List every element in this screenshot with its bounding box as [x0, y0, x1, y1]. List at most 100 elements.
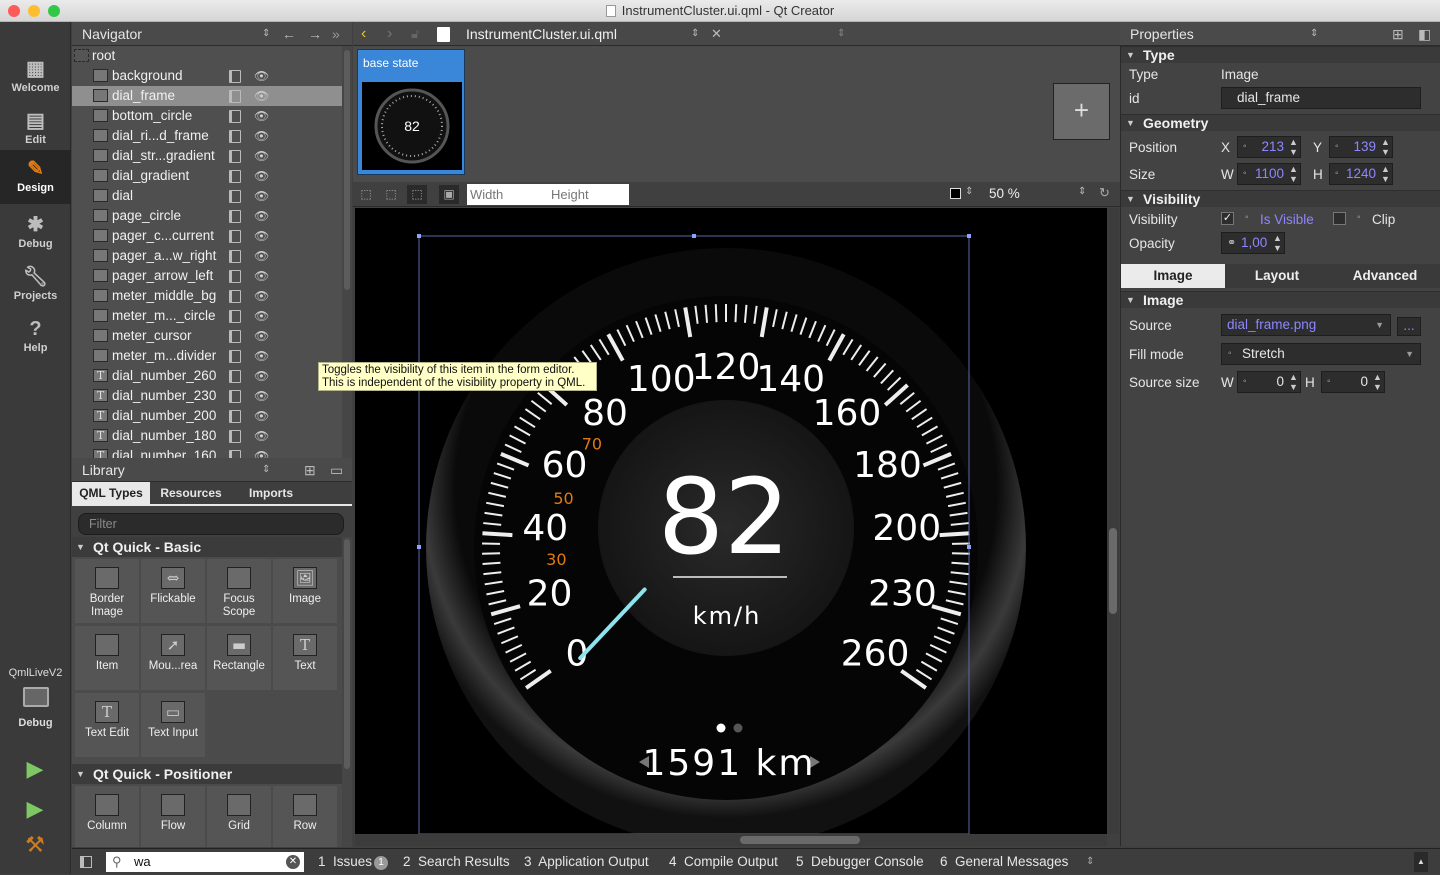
id-input[interactable]: dial_frame	[1221, 87, 1421, 109]
is-visible-checkbox[interactable]: ✓	[1221, 212, 1234, 225]
tab-qml-types[interactable]: QML Types	[72, 482, 150, 504]
export-alias-icon[interactable]	[229, 90, 241, 103]
spin-arrows-icon[interactable]: ▲▼	[1289, 137, 1297, 157]
canvas-vertical-scrollbar[interactable]	[1107, 208, 1119, 834]
export-alias-icon[interactable]	[229, 290, 241, 303]
page-indicator[interactable]	[734, 724, 743, 733]
library-filter-input[interactable]: Filter	[78, 513, 344, 535]
source-combobox[interactable]: dial_frame.png▼	[1221, 314, 1391, 336]
window-zoom-button[interactable]	[48, 5, 60, 17]
export-alias-icon[interactable]	[229, 190, 241, 203]
y-spinbox[interactable]: ◦139▲▼	[1329, 136, 1393, 158]
lock-icon[interactable]: 🔓︎	[411, 22, 419, 46]
export-alias-icon[interactable]	[229, 390, 241, 403]
binding-indicator[interactable]: ◦	[1243, 164, 1247, 184]
tab-advanced[interactable]: Advanced	[1333, 264, 1437, 288]
visibility-eye-icon[interactable]: 👁︎	[254, 346, 269, 366]
form-editor-canvas[interactable]: 020406080100120140160180200230260305070 …	[355, 208, 1107, 834]
library-item[interactable]: 🖼︎Image	[273, 559, 337, 623]
window-close-button[interactable]	[8, 5, 20, 17]
tree-item[interactable]: pager_c...current👁︎	[72, 226, 342, 246]
binding-indicator[interactable]: ◦	[1357, 212, 1361, 223]
tab-resources[interactable]: Resources	[150, 482, 232, 504]
kit-selector[interactable]: QmlLiveV2 Debug	[0, 667, 71, 729]
visibility-eye-icon[interactable]: 👁︎	[254, 386, 269, 406]
tree-item[interactable]: meter_middle_bg👁︎	[72, 286, 342, 306]
section-type[interactable]: ▼Type	[1121, 46, 1440, 63]
section-visibility[interactable]: ▼Visibility	[1121, 190, 1440, 207]
clip-checkbox[interactable]	[1333, 212, 1346, 225]
export-alias-icon[interactable]	[229, 310, 241, 323]
width-input[interactable]: Width	[470, 184, 503, 205]
section-image[interactable]: ▼Image	[1121, 291, 1440, 308]
back-icon[interactable]: ‹	[361, 22, 366, 46]
page-indicator-current[interactable]	[717, 724, 726, 733]
tree-item[interactable]: Tdial_number_160👁︎	[72, 446, 342, 458]
tree-item[interactable]: meter_m..._circle👁︎	[72, 306, 342, 326]
visibility-eye-icon[interactable]: 👁︎	[254, 86, 269, 106]
background-color-icon[interactable]	[950, 188, 961, 199]
visibility-eye-icon[interactable]: 👁︎	[254, 126, 269, 146]
mode-design[interactable]: ✎Design	[0, 150, 71, 204]
output-tab[interactable]: 4 Compile Output	[669, 849, 778, 875]
mode-help[interactable]: ?Help	[0, 310, 71, 362]
nav-back-icon[interactable]: ←	[282, 22, 296, 46]
source-width-spinbox[interactable]: ◦0▲▼	[1237, 371, 1301, 393]
spin-arrows-icon[interactable]: ▲▼	[1273, 233, 1281, 253]
visibility-eye-icon[interactable]: 👁︎	[254, 66, 269, 86]
binding-indicator[interactable]: ◦	[1335, 137, 1339, 157]
maximize-output-icon[interactable]: ▲	[1414, 852, 1428, 872]
section-qt-quick-basic[interactable]: ▼Qt Quick - Basic	[72, 537, 342, 557]
properties-view-switch[interactable]: ⇕	[1310, 22, 1318, 46]
export-alias-icon[interactable]	[229, 270, 241, 283]
binding-indicator[interactable]: ◦	[1245, 212, 1249, 223]
close-panel-icon[interactable]: ▭	[330, 458, 343, 482]
show-bounds-icon[interactable]: ⬚	[407, 185, 427, 204]
close-document-icon[interactable]: ✕	[711, 22, 722, 46]
visibility-eye-icon[interactable]: 👁︎	[254, 326, 269, 346]
tree-item[interactable]: page_circle👁︎	[72, 206, 342, 226]
mode-welcome[interactable]: ▦Welcome	[0, 50, 71, 102]
snap-anchors-icon[interactable]: ⬚	[381, 185, 401, 204]
output-tab[interactable]: 3 Application Output	[524, 849, 649, 875]
tree-item[interactable]: meter_m...divider👁︎	[72, 346, 342, 366]
library-item[interactable]: Focus Scope	[207, 559, 271, 623]
spin-arrows-icon[interactable]: ▲▼	[1373, 372, 1381, 392]
width-spinbox[interactable]: ◦1100▲▼	[1237, 163, 1301, 185]
visibility-eye-icon[interactable]: 👁︎	[254, 366, 269, 386]
resize-handle[interactable]	[967, 545, 971, 549]
link-icon[interactable]: ⚭	[1227, 233, 1236, 253]
tab-layout[interactable]: Layout	[1225, 264, 1329, 288]
export-alias-icon[interactable]	[229, 250, 241, 263]
resize-handle[interactable]	[417, 234, 421, 238]
library-item[interactable]: ⇔Flickable	[141, 559, 205, 623]
library-item[interactable]: Grid	[207, 786, 271, 847]
reset-view-icon[interactable]: ▣	[439, 185, 459, 204]
spin-arrows-icon[interactable]: ▲▼	[1289, 164, 1297, 184]
tree-item[interactable]: dial👁︎	[72, 186, 342, 206]
locator-search-input[interactable]: ⚲ wa ✕	[106, 852, 304, 872]
zoom-switch[interactable]: ⇕	[1078, 186, 1086, 197]
snap-parent-icon[interactable]: ⬚	[356, 185, 376, 204]
output-pane-switch[interactable]: ⇕	[1086, 849, 1094, 875]
tree-item[interactable]: meter_cursor👁︎	[72, 326, 342, 346]
nav-more-icon[interactable]: »	[332, 22, 340, 46]
tree-item[interactable]: Tdial_number_180👁︎	[72, 426, 342, 446]
source-height-spinbox[interactable]: ◦0▲▼	[1321, 371, 1385, 393]
spin-arrows-icon[interactable]: ▲▼	[1381, 164, 1389, 184]
spin-arrows-icon[interactable]: ▲▼	[1381, 137, 1389, 157]
binding-indicator[interactable]: ◦	[1243, 372, 1247, 392]
split-add-icon[interactable]: ⊞	[1392, 22, 1404, 46]
binding-indicator[interactable]: ◦	[1228, 344, 1232, 364]
visibility-eye-icon[interactable]: 👁︎	[254, 406, 269, 426]
fill-mode-combobox[interactable]: ◦Stretch▼	[1221, 343, 1421, 365]
library-item[interactable]: ▭Text Input	[141, 693, 205, 757]
add-state-button[interactable]: +	[1053, 83, 1110, 140]
window-minimize-button[interactable]	[28, 5, 40, 17]
binding-indicator[interactable]: ◦	[1327, 372, 1331, 392]
tree-item[interactable]: Tdial_number_260👁︎	[72, 366, 342, 386]
library-item[interactable]: Border Image	[75, 559, 139, 623]
export-alias-icon[interactable]	[229, 410, 241, 423]
run-button[interactable]: ▶	[22, 756, 48, 782]
nav-forward-icon[interactable]: →	[308, 22, 322, 46]
